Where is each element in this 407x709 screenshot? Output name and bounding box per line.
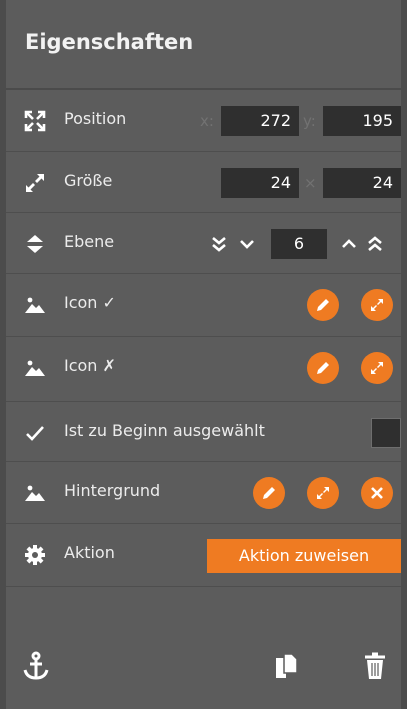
size-width-input[interactable]: 24 — [221, 168, 299, 198]
expand-icon — [317, 487, 329, 499]
image-icon — [25, 485, 45, 501]
background-label: Hintergrund — [64, 481, 161, 500]
move-icon — [24, 110, 46, 132]
action-label: Aktion — [64, 543, 115, 562]
position-y-input[interactable]: 195 — [323, 106, 401, 136]
panel-title: Eigenschaften — [25, 30, 194, 54]
size-label: Größe — [64, 171, 113, 190]
duplicate-icon[interactable] — [273, 651, 301, 681]
x-prefix: x: — [200, 112, 214, 130]
anchor-icon[interactable] — [22, 651, 50, 681]
layer-row: Ebene 6 — [6, 212, 401, 275]
pencil-icon — [317, 299, 329, 311]
pencil-icon — [317, 362, 329, 374]
double-chevron-down-icon[interactable] — [210, 235, 228, 253]
initially-selected-label: Ist zu Beginn ausgewählt — [64, 421, 265, 440]
background-row: Hintergrund — [6, 461, 401, 524]
position-x-input[interactable]: 272 — [221, 106, 299, 136]
chevron-up-icon[interactable] — [340, 235, 358, 253]
icon-checked-row: Icon ✓ — [6, 273, 401, 336]
initially-selected-row: Ist zu Beginn ausgewählt — [6, 401, 401, 464]
gear-icon — [25, 545, 45, 565]
divider — [6, 586, 401, 587]
trash-icon[interactable] — [361, 651, 389, 681]
background-resize-button[interactable] — [307, 477, 339, 509]
expand-icon — [371, 299, 383, 311]
checkmark-icon — [26, 426, 44, 441]
close-icon — [371, 487, 383, 499]
icon-checked-label: Icon ✓ — [64, 293, 116, 312]
expand-icon — [371, 362, 383, 374]
sort-icon — [27, 235, 43, 253]
icon-checked-resize-button[interactable] — [361, 289, 393, 321]
icon-unchecked-edit-button[interactable] — [307, 352, 339, 384]
layer-label: Ebene — [64, 232, 115, 251]
properties-panel: Eigenschaften Position x: 272 y: 195 Grö… — [6, 0, 401, 709]
background-remove-button[interactable] — [361, 477, 393, 509]
y-prefix: y: — [303, 112, 316, 130]
icon-checked-edit-button[interactable] — [307, 289, 339, 321]
position-label: Position — [64, 109, 127, 128]
icon-unchecked-resize-button[interactable] — [361, 352, 393, 384]
image-icon — [25, 360, 45, 376]
size-row: Größe 24 × 24 — [6, 151, 401, 214]
resize-icon — [26, 174, 44, 192]
size-separator: × — [304, 174, 317, 192]
icon-unchecked-label: Icon ✗ — [64, 356, 116, 375]
pencil-icon — [263, 487, 275, 499]
size-height-input[interactable]: 24 — [323, 168, 401, 198]
double-chevron-up-icon[interactable] — [366, 235, 384, 253]
layer-input[interactable]: 6 — [271, 229, 327, 259]
initially-selected-checkbox[interactable] — [371, 418, 401, 448]
chevron-down-icon[interactable] — [238, 235, 256, 253]
position-row: Position x: 272 y: 195 — [6, 88, 401, 152]
background-edit-button[interactable] — [253, 477, 285, 509]
assign-action-button[interactable]: Aktion zuweisen — [207, 539, 401, 573]
image-icon — [25, 297, 45, 313]
icon-unchecked-row: Icon ✗ — [6, 336, 401, 399]
action-row: Aktion Aktion zuweisen — [6, 523, 401, 586]
